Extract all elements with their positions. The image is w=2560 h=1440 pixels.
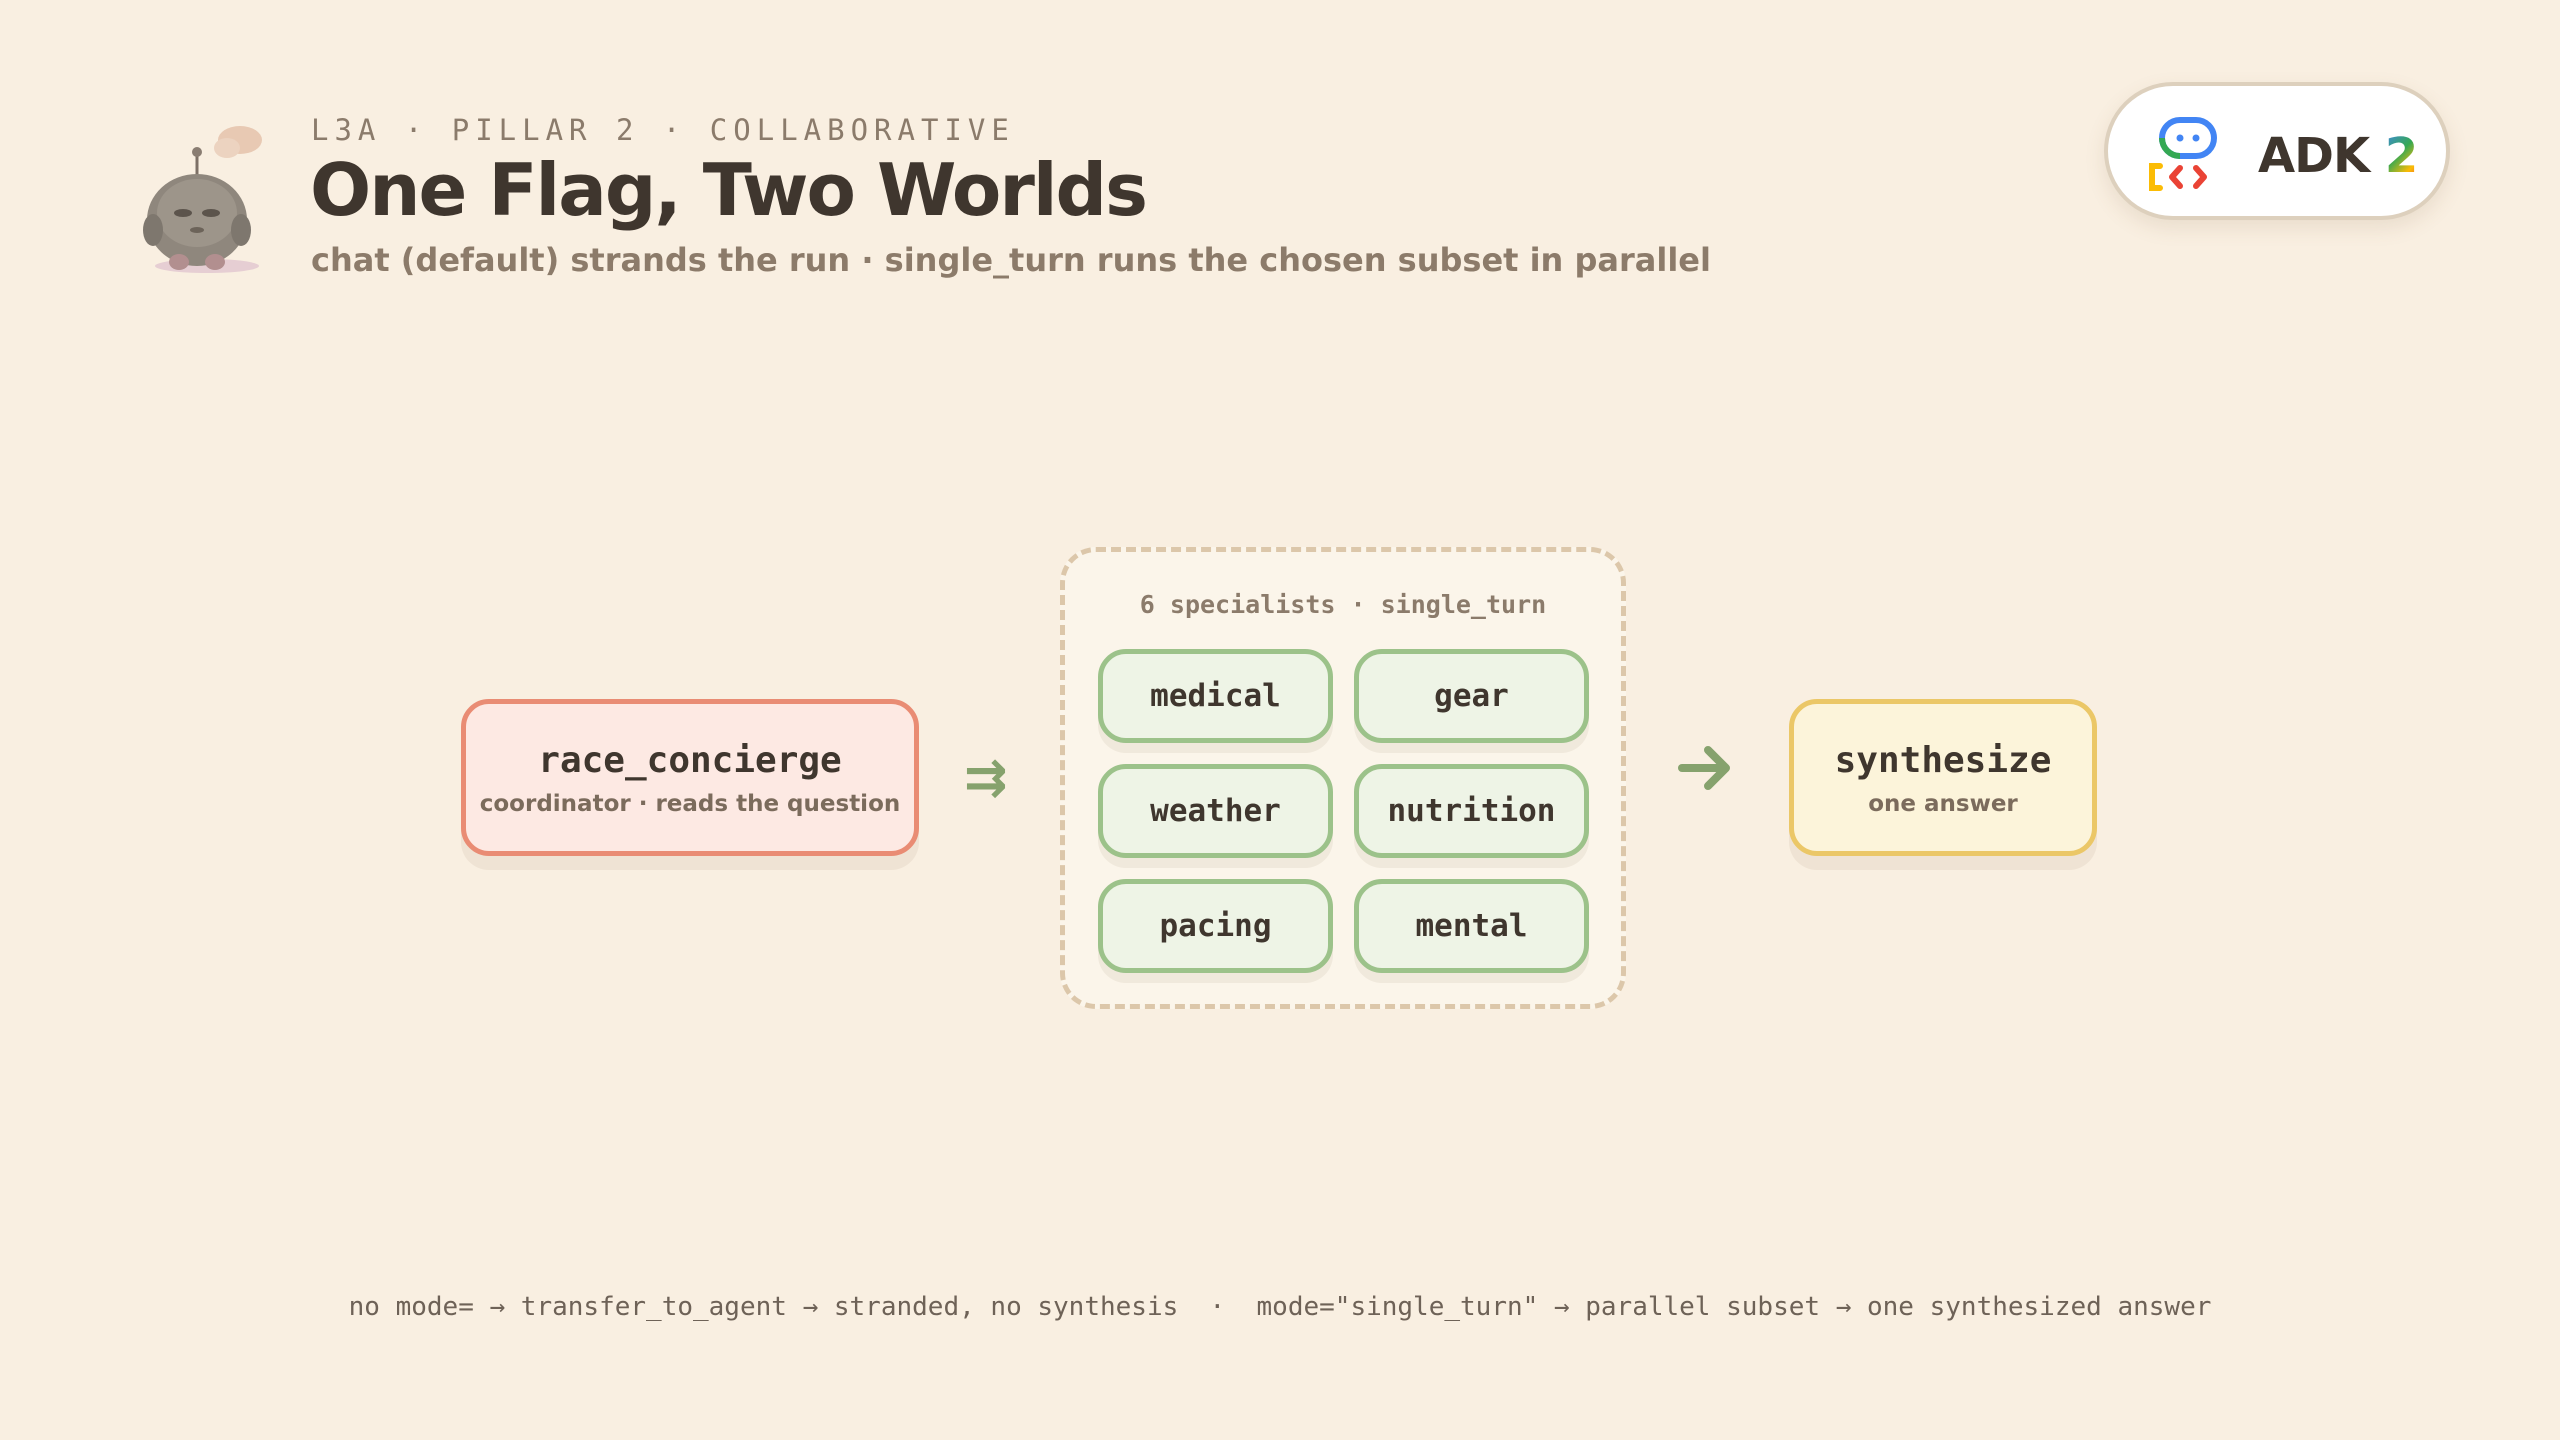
adk-badge-version: 2 [2384,128,2418,184]
footnote: no mode= → transfer_to_agent → stranded,… [348,1292,2212,1322]
fan-out-arrow: ⇉ [964,748,1008,808]
adk-badge-label: ADK 2 [2258,128,2418,184]
adk-badge: ADK 2 [2104,82,2450,220]
specialist-node: gear [1354,649,1589,743]
coordinator-node: race_concierge coordinator · reads the q… [461,699,919,856]
specialist-node: nutrition [1354,764,1589,858]
synthesize-description: one answer [1868,791,2018,817]
specialists-group: 6 specialists · single_turn medical gear… [1060,547,1626,1009]
robot-mascot-icon [143,126,262,273]
page-title: One Flag, Two Worlds [310,148,1148,232]
adk-badge-text: ADK [2258,128,2370,184]
page-subtitle: chat (default) strands the run · single_… [311,241,1711,279]
synthesize-node: synthesize one answer [1789,699,2097,856]
specialist-node: pacing [1098,879,1333,973]
synthesize-name: synthesize [1834,740,2052,781]
specialist-node: mental [1354,879,1589,973]
coordinator-name: race_concierge [538,740,842,781]
coordinator-description: coordinator · reads the question [479,791,901,817]
specialist-node: weather [1098,764,1333,858]
kicker: L3A · PILLAR 2 · COLLABORATIVE [311,113,1015,147]
specialists-group-label: 6 specialists · single_turn [1139,590,1547,619]
adk-logo-icon [2149,117,2217,191]
specialist-node: medical [1098,649,1333,743]
arrow-right-icon [1678,746,1730,790]
